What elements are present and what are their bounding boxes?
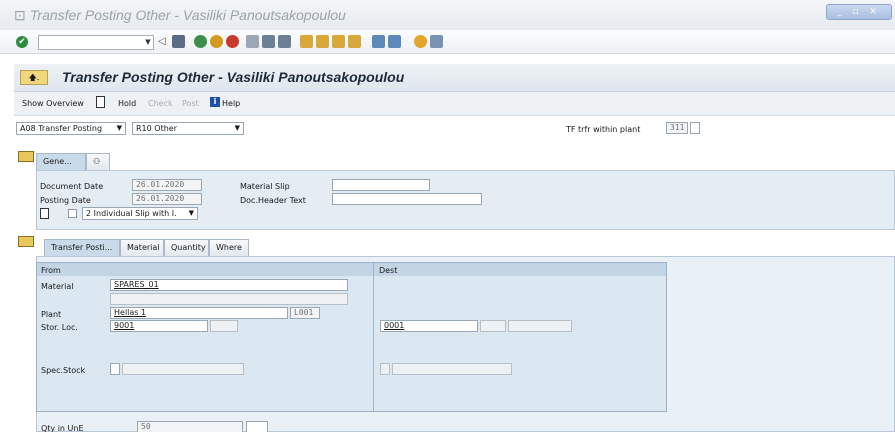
tab-people-icon[interactable]: ⚇: [86, 153, 110, 170]
spec-stock-dest-field[interactable]: [380, 363, 390, 375]
unit-field[interactable]: [246, 421, 268, 432]
enter-icon[interactable]: ✔: [16, 36, 28, 48]
info-icon: i: [210, 97, 220, 107]
tab-quantity[interactable]: Quantity: [164, 239, 209, 256]
tab-where[interactable]: Where: [209, 239, 249, 256]
stor-loc-label: Stor. Loc.: [41, 323, 78, 332]
material-slip-label: Material Slip: [240, 182, 290, 191]
quantity-field[interactable]: 50: [137, 421, 243, 432]
print-checkbox[interactable]: [68, 209, 77, 218]
next-page-icon[interactable]: [332, 35, 345, 48]
reference-select[interactable]: R10 Other ▼: [132, 122, 244, 135]
plant-code-field: L001: [290, 307, 320, 319]
spec-stock-from-desc: [122, 363, 244, 375]
cancel-icon[interactable]: [226, 35, 239, 48]
plant-field[interactable]: Hellas 1: [110, 307, 288, 319]
layout-menu-icon[interactable]: [430, 35, 443, 48]
spec-stock-from-field[interactable]: [110, 363, 120, 375]
tab-general[interactable]: Gene...: [36, 153, 86, 170]
movement-type-field[interactable]: 311: [666, 122, 688, 134]
window-controls[interactable]: _ ▫ ✕: [826, 4, 892, 20]
spec-stock-dest-desc: [392, 363, 512, 375]
page-title: Transfer Posting Other - Vasiliki Panout…: [62, 69, 405, 85]
transaction-icon: 🡅.: [20, 70, 48, 85]
chevron-down-icon: ▼: [188, 209, 194, 217]
print-icon[interactable]: [246, 35, 259, 48]
posting-date-field[interactable]: 26.01.2020: [132, 193, 202, 205]
command-dropdown-icon[interactable]: ▼: [142, 35, 154, 50]
first-page-icon[interactable]: [300, 35, 313, 48]
document-date-label: Document Date: [40, 182, 104, 191]
post-button[interactable]: Post: [182, 99, 199, 108]
help-button[interactable]: Help: [222, 99, 240, 108]
new-session-icon[interactable]: [372, 35, 385, 48]
tab-transfer-posting[interactable]: Transfer Posti...: [44, 239, 120, 256]
find-next-icon[interactable]: [278, 35, 291, 48]
doc-header-text-field[interactable]: [332, 193, 482, 205]
previous-page-icon[interactable]: [316, 35, 329, 48]
from-label: From: [41, 266, 61, 275]
stor-loc-dest-extra: [480, 320, 506, 332]
window-title: ⊡ Transfer Posting Other - Vasiliki Pano…: [14, 7, 346, 23]
spec-stock-label: Spec.Stock: [41, 366, 86, 375]
print-version-select[interactable]: 2 Individual Slip with I. ▼: [82, 207, 198, 220]
chevron-down-icon: ▼: [116, 124, 122, 132]
transaction-select[interactable]: A08 Transfer Posting ▼: [16, 122, 126, 135]
save-icon[interactable]: [172, 35, 185, 48]
last-page-icon[interactable]: [348, 35, 361, 48]
material-description-field: [110, 293, 348, 305]
dest-label: Dest: [379, 266, 398, 275]
collapse-item-icon[interactable]: [18, 236, 34, 247]
exit-icon[interactable]: [210, 35, 223, 48]
plant-label: Plant: [41, 310, 62, 319]
doc-header-text-label: Doc.Header Text: [240, 196, 306, 205]
stor-loc-from-field[interactable]: 9001: [110, 320, 208, 332]
movement-type-extra[interactable]: [690, 122, 700, 134]
material-slip-field[interactable]: [332, 179, 430, 191]
dest-header: [374, 263, 666, 276]
back-icon[interactable]: [194, 35, 207, 48]
hold-button[interactable]: Hold: [118, 99, 136, 108]
tab-material[interactable]: Material: [120, 239, 164, 256]
material-field[interactable]: SPARES_01: [110, 279, 348, 291]
movement-type-label: TF trfr within plant: [566, 125, 641, 134]
new-document-icon[interactable]: [96, 96, 105, 108]
from-header: [37, 263, 373, 276]
help-icon[interactable]: [414, 35, 427, 48]
stor-loc-dest-field[interactable]: 0001: [380, 320, 478, 332]
stor-loc-from-extra: [210, 320, 238, 332]
command-field[interactable]: [38, 35, 154, 50]
stor-loc-dest-desc: [508, 320, 572, 332]
quantity-label: Qty in UnE: [41, 424, 84, 432]
collapse-header-icon[interactable]: [18, 151, 34, 162]
grid-divider: [373, 263, 374, 411]
window-icon: ⊡: [14, 7, 26, 23]
application-toolbar: [14, 92, 895, 116]
document-date-field[interactable]: 26.01.2020: [132, 179, 202, 191]
shortcut-icon[interactable]: [388, 35, 401, 48]
find-icon[interactable]: [262, 35, 275, 48]
back-arrow-icon[interactable]: ◁: [158, 35, 171, 48]
show-overview-button[interactable]: Show Overview: [22, 99, 84, 108]
chevron-down-icon: ▼: [234, 124, 240, 132]
posting-date-label: Posting Date: [40, 196, 91, 205]
check-button[interactable]: Check: [148, 99, 173, 108]
material-label: Material: [41, 282, 74, 291]
print-icon[interactable]: [40, 208, 49, 219]
